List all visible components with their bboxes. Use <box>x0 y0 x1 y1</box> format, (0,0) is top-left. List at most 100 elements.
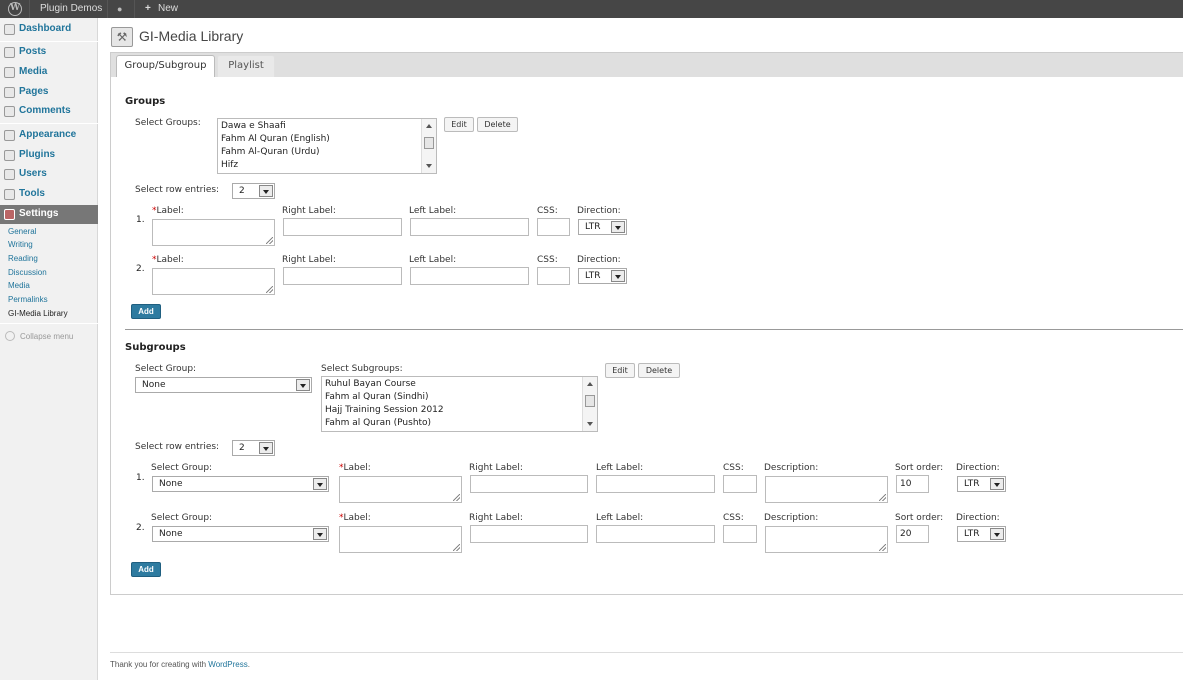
submenu-gi-media-library[interactable]: GI-Media Library <box>8 309 68 318</box>
label-textarea[interactable] <box>152 219 275 246</box>
menu-appearance[interactable]: Appearance <box>0 126 98 145</box>
menu-media[interactable]: Media <box>0 63 98 82</box>
subgroups-listbox[interactable]: Ruhul Bayan Course Fahm al Quran (Sindhi… <box>321 376 598 432</box>
row-group-select[interactable]: None <box>152 476 329 492</box>
resize-grip-icon[interactable] <box>879 544 886 551</box>
description-textarea[interactable] <box>765 476 888 503</box>
comments-bubble-icon[interactable]: ● <box>117 0 122 18</box>
new-plus-icon[interactable]: + <box>145 0 151 18</box>
new-content-link[interactable]: New <box>158 0 178 18</box>
groups-delete-button[interactable]: Delete <box>477 117 518 132</box>
list-item[interactable]: Fahm al Quran (Sindhi) <box>325 392 429 402</box>
label-textarea[interactable] <box>339 476 462 503</box>
css-input[interactable] <box>723 525 757 543</box>
select-group-dropdown[interactable]: None <box>135 377 312 393</box>
label-text: Label: <box>156 255 184 265</box>
submenu-permalinks[interactable]: Permalinks <box>8 295 48 304</box>
listbox-scrollbar[interactable] <box>421 119 436 173</box>
list-item[interactable]: Fahm Al-Quran (Urdu) <box>221 147 320 157</box>
left-label-input[interactable] <box>596 475 715 493</box>
subgroups-edit-button[interactable]: Edit <box>605 363 635 378</box>
scroll-down-icon[interactable] <box>426 164 432 168</box>
submenu-reading[interactable]: Reading <box>8 254 38 263</box>
label-textarea[interactable] <box>339 526 462 553</box>
direction-select[interactable]: LTR <box>578 268 627 284</box>
list-item[interactable]: Hifz <box>221 160 238 170</box>
menu-label: Pages <box>19 86 49 97</box>
list-item[interactable]: Hajj Training Session 2012 <box>325 405 444 415</box>
resize-grip-icon[interactable] <box>266 237 273 244</box>
users-icon <box>4 169 15 180</box>
direction-label: Direction: <box>577 206 621 216</box>
menu-settings[interactable]: Settings <box>0 205 98 224</box>
scroll-thumb[interactable] <box>424 137 434 149</box>
list-item[interactable]: Fahm Al Quran (English) <box>221 134 330 144</box>
wordpress-logo-icon[interactable]: W <box>8 2 22 16</box>
right-label-input[interactable] <box>470 475 588 493</box>
scroll-up-icon[interactable] <box>426 124 432 128</box>
css-label: CSS: <box>537 206 558 216</box>
scroll-down-icon[interactable] <box>587 422 593 426</box>
tab-playlist[interactable]: Playlist <box>217 55 275 77</box>
submenu-media[interactable]: Media <box>8 281 30 290</box>
direction-select[interactable]: LTR <box>578 219 627 235</box>
collapse-menu[interactable]: Collapse menu <box>20 332 73 341</box>
footer-end: . <box>247 660 250 669</box>
groups-edit-button[interactable]: Edit <box>444 117 474 132</box>
tab-group-subgroup[interactable]: Group/Subgroup <box>116 55 215 77</box>
groups-add-button[interactable]: Add <box>131 304 161 319</box>
submenu-general[interactable]: General <box>8 227 36 236</box>
left-label-input[interactable] <box>596 525 715 543</box>
list-item[interactable]: Dawa e Shaafi <box>221 121 286 131</box>
menu-comments[interactable]: Comments <box>0 102 98 121</box>
direction-select[interactable]: LTR <box>957 476 1006 492</box>
right-label-input[interactable] <box>470 525 588 543</box>
resize-grip-icon[interactable] <box>453 544 460 551</box>
menu-pages[interactable]: Pages <box>0 83 98 102</box>
select-value: 2 <box>239 186 245 196</box>
media-icon <box>4 67 15 78</box>
submenu-discussion[interactable]: Discussion <box>8 268 47 277</box>
resize-grip-icon[interactable] <box>266 286 273 293</box>
row-group-select[interactable]: None <box>152 526 329 542</box>
site-name-link[interactable]: Plugin Demos <box>40 0 102 18</box>
collapse-arrow-icon[interactable] <box>5 331 15 341</box>
subgroups-heading: Subgroups <box>125 342 186 353</box>
dashboard-icon <box>4 24 15 35</box>
left-label-input[interactable] <box>410 218 529 236</box>
row-entries-select[interactable]: 2 <box>232 183 275 199</box>
admin-bar-divider <box>107 0 108 18</box>
menu-tools[interactable]: Tools <box>0 185 98 204</box>
menu-plugins[interactable]: Plugins <box>0 146 98 165</box>
right-label-input[interactable] <box>283 267 402 285</box>
direction-select[interactable]: LTR <box>957 526 1006 542</box>
left-label-input[interactable] <box>410 267 529 285</box>
scroll-thumb[interactable] <box>585 395 595 407</box>
sort-order-input[interactable]: 20 <box>896 525 929 543</box>
subgroups-delete-button[interactable]: Delete <box>638 363 680 378</box>
description-textarea[interactable] <box>765 526 888 553</box>
css-input[interactable] <box>723 475 757 493</box>
groups-listbox[interactable]: Dawa e Shaafi Fahm Al Quran (English) Fa… <box>217 118 437 174</box>
menu-label: Tools <box>19 188 45 199</box>
menu-users[interactable]: Users <box>0 165 98 184</box>
listbox-scrollbar[interactable] <box>582 377 597 431</box>
chevron-down-icon <box>259 442 273 454</box>
select-subgroups-label: Select Subgroups: <box>321 364 403 374</box>
label-textarea[interactable] <box>152 268 275 295</box>
subgroups-add-button[interactable]: Add <box>131 562 161 577</box>
list-item[interactable]: Ruhul Bayan Course <box>325 379 416 389</box>
resize-grip-icon[interactable] <box>879 494 886 501</box>
css-input[interactable] <box>537 218 570 236</box>
menu-dashboard[interactable]: Dashboard <box>0 20 98 39</box>
css-input[interactable] <box>537 267 570 285</box>
right-label-input[interactable] <box>283 218 402 236</box>
resize-grip-icon[interactable] <box>453 494 460 501</box>
wordpress-link[interactable]: WordPress <box>208 660 247 669</box>
submenu-writing[interactable]: Writing <box>8 240 33 249</box>
menu-posts[interactable]: Posts <box>0 43 98 62</box>
sort-order-input[interactable]: 10 <box>896 475 929 493</box>
scroll-up-icon[interactable] <box>587 382 593 386</box>
list-item[interactable]: Fahm al Quran (Pushto) <box>325 418 431 428</box>
row-entries-select[interactable]: 2 <box>232 440 275 456</box>
